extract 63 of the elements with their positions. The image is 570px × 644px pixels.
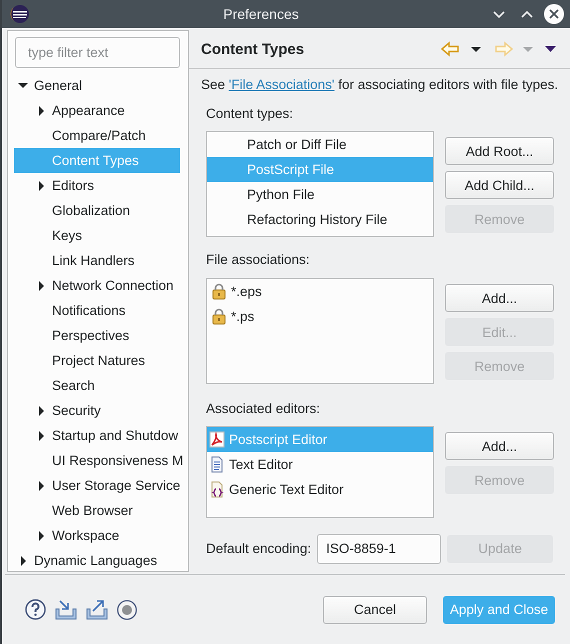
tree-item[interactable]: Project Natures (14, 348, 180, 373)
expanded-arrow-icon[interactable] (18, 82, 28, 89)
record-icon[interactable] (117, 600, 137, 620)
collapsed-arrow-icon[interactable] (38, 480, 44, 490)
page-title: Content Types (201, 40, 306, 58)
list-item[interactable]: Refactoring History File (207, 207, 433, 232)
acrobat-icon (209, 431, 226, 448)
encoding-field[interactable]: ISO-8859-1 (317, 534, 442, 564)
list-item[interactable]: *.eps (207, 279, 433, 304)
tree-item[interactable]: User Storage Service (14, 473, 180, 498)
list-action-button[interactable]: Add... (445, 284, 554, 312)
tree-item[interactable]: Editors (14, 173, 180, 198)
list-action-button[interactable]: Add Root... (445, 137, 554, 165)
help-icon[interactable] (25, 599, 46, 620)
tree-item[interactable]: Notifications (14, 298, 180, 323)
file-associations-link[interactable]: 'File Associations' (228, 77, 334, 92)
encoding-label: Default encoding: (206, 541, 312, 556)
collapsed-arrow-icon[interactable] (38, 280, 44, 290)
tree-item[interactable]: Compare/Patch (14, 123, 180, 148)
cancel-button[interactable]: Cancel (323, 596, 427, 624)
list-item[interactable]: *.ps (207, 304, 433, 329)
lock-icon (211, 308, 228, 325)
collapsed-arrow-icon[interactable] (20, 556, 26, 566)
list-item[interactable]: Python File (207, 182, 433, 207)
tree-item[interactable]: Web Browser (14, 498, 180, 523)
collapsed-arrow-icon[interactable] (38, 180, 44, 190)
section-label: Content types: (206, 105, 294, 123)
list-item[interactable]: Text Editor (207, 452, 433, 477)
app-logo-icon (10, 4, 30, 24)
export-icon[interactable] (86, 599, 108, 620)
intro-text: See 'File Associations' for associating editors with file types. (201, 76, 560, 94)
maximize-button[interactable] (520, 8, 534, 20)
list-action-button[interactable]: Add Child... (445, 171, 554, 199)
tree-item[interactable]: UI Responsiveness M (14, 448, 180, 473)
tree-item[interactable]: Security (14, 398, 180, 423)
tree-item[interactable]: Startup and Shutdow (14, 423, 180, 448)
tree-item[interactable]: Appearance (14, 98, 180, 123)
tree-item[interactable]: Perspectives (14, 323, 180, 348)
collapsed-arrow-icon[interactable] (38, 106, 44, 116)
window-title: Preferences (222, 6, 300, 22)
collapsed-arrow-icon[interactable] (38, 430, 44, 440)
tree-item[interactable]: General (14, 73, 180, 98)
view-menu-icon[interactable] (545, 46, 556, 52)
list-item[interactable]: Patch or Diff File (207, 132, 433, 157)
code-file-icon (209, 481, 226, 498)
tree-item[interactable]: Keys (14, 223, 180, 248)
collapsed-arrow-icon[interactable] (38, 406, 44, 416)
tree-item[interactable]: Search (14, 373, 180, 398)
tree-item[interactable]: Globalization (14, 198, 180, 223)
import-icon[interactable] (55, 599, 77, 620)
lock-icon (211, 283, 228, 300)
tree-item[interactable]: Workspace (14, 523, 180, 548)
section-label: File associations: (206, 251, 310, 269)
filter-field[interactable]: type filter text (15, 37, 180, 68)
tree-item[interactable]: Link Handlers (14, 248, 180, 273)
dropdown-arrow-icon[interactable] (471, 46, 481, 52)
list-item[interactable]: Generic Text Editor (207, 477, 433, 502)
collapsed-arrow-icon[interactable] (38, 530, 44, 540)
list-action-button[interactable]: Add... (445, 432, 554, 460)
section-label: Associated editors: (206, 400, 320, 418)
close-button[interactable] (544, 4, 564, 24)
tree-item[interactable]: Network Connection (14, 273, 180, 298)
tree-item[interactable]: Dynamic Languages (14, 548, 180, 571)
